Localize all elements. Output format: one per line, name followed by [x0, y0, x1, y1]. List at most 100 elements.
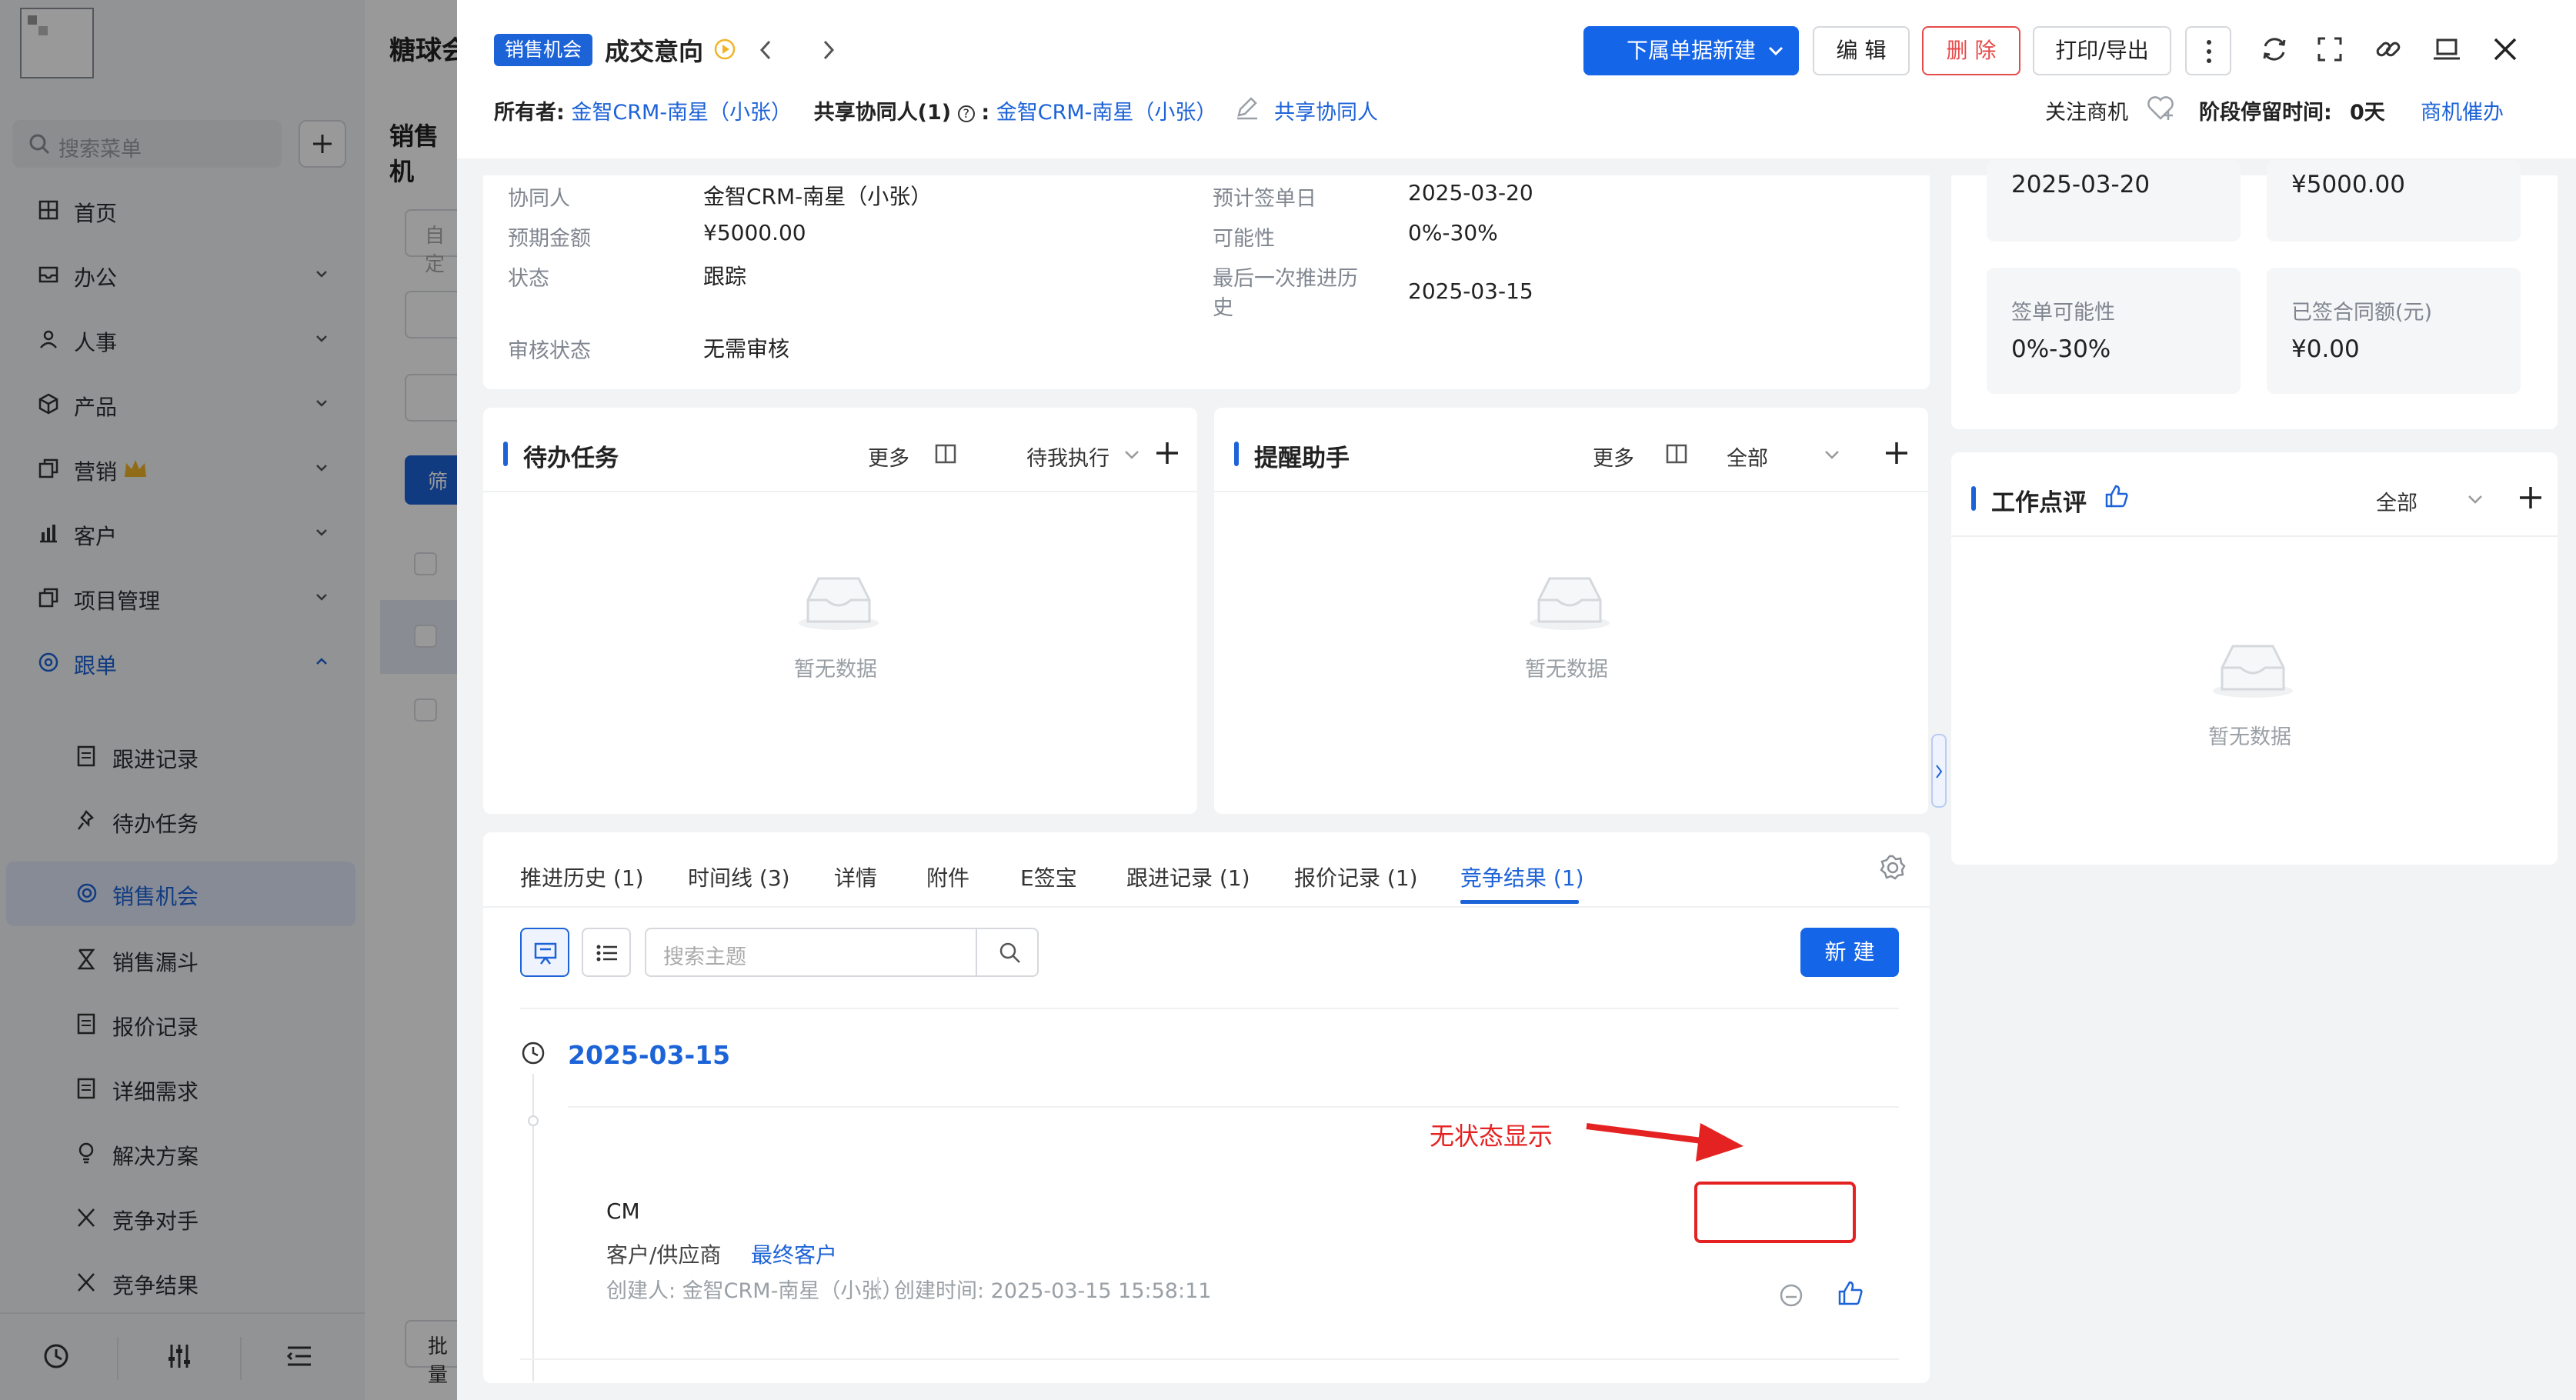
- panel-divider: [1951, 535, 2558, 537]
- delete-label: 删 除: [1946, 38, 1997, 63]
- field-value-expected-sign-date: 2025-03-20: [1408, 180, 1533, 205]
- play-circle-icon[interactable]: [712, 37, 737, 62]
- timeline-dot: [528, 1115, 539, 1126]
- add-task-icon[interactable]: [1154, 440, 1180, 466]
- share-collaborator-link[interactable]: 共享协同人: [1274, 95, 1378, 125]
- stage-stay-value: 0天: [2350, 101, 2385, 125]
- follow-opportunity-label[interactable]: 关注商机: [2045, 95, 2128, 125]
- field-label-last-advance: 最后一次推进历: [1213, 267, 1358, 291]
- record-bottom-divider: [520, 1358, 1899, 1360]
- tab-details[interactable]: 详情: [834, 862, 877, 892]
- record-type-value[interactable]: 最终客户: [751, 1238, 837, 1269]
- edit-pen-icon: [1237, 97, 1257, 120]
- field-value-status: 跟踪: [703, 264, 747, 289]
- card-view-button[interactable]: [520, 928, 569, 977]
- settings-icon[interactable]: [1879, 854, 1907, 882]
- tab-timeline[interactable]: 时间线 (3): [688, 862, 790, 892]
- print-export-button[interactable]: 打印/导出: [2033, 26, 2171, 75]
- reminder-filter-select[interactable]: 全部: [1727, 442, 1768, 472]
- tab-esign[interactable]: E签宝: [1020, 862, 1077, 892]
- tab-attachments[interactable]: 附件: [926, 862, 969, 892]
- search-divider: [976, 929, 977, 975]
- tab-follow-records[interactable]: 跟进记录 (1): [1126, 862, 1250, 892]
- chevron-left-icon[interactable]: [756, 38, 776, 62]
- stat-box-amount: ¥5000.00: [2267, 160, 2521, 242]
- tab-quote-records[interactable]: 报价记录 (1): [1294, 862, 1418, 892]
- add-review-icon[interactable]: [2518, 485, 2544, 511]
- add-reminder-icon[interactable]: [1884, 440, 1910, 466]
- stat-box-sign-date: 2025-03-20: [1987, 160, 2241, 242]
- thumbs-up-icon[interactable]: [2104, 483, 2130, 509]
- fullscreen-icon[interactable]: [2314, 34, 2345, 65]
- new-sub-document-button[interactable]: 下属单据新建: [1583, 26, 1799, 75]
- chevron-down-icon: [1768, 46, 1784, 56]
- vertical-dots-icon: [2207, 40, 2211, 63]
- presentation-icon: [534, 942, 557, 965]
- stat-box-contract-amount: 已签合同额(元) ¥0.00: [2267, 268, 2521, 394]
- field-value-probability: 0%-30%: [1408, 220, 1498, 245]
- panel-accent-bar: [1234, 442, 1239, 466]
- modal-overlay[interactable]: [0, 0, 457, 1400]
- edit-button[interactable]: 编 辑: [1813, 26, 1910, 75]
- urge-opportunity-link[interactable]: 商机催办: [2421, 95, 2504, 125]
- chevron-down-icon: [1125, 451, 1139, 459]
- stat-value: ¥5000.00: [2291, 171, 2405, 198]
- reminder-empty-text: 暂无数据: [1525, 658, 1608, 682]
- delete-button[interactable]: 删 除: [1922, 26, 2020, 75]
- owner-row: 所有者: 金智CRM-南星（小张） 共享协同人(1) ? : 金智CRM-南星（…: [494, 95, 1216, 125]
- chevron-down-icon: [2468, 495, 2482, 504]
- help-icon[interactable]: ?: [957, 105, 975, 122]
- refresh-icon[interactable]: [2259, 34, 2290, 65]
- panel-accent-bar: [1971, 486, 1976, 511]
- subject-search-input[interactable]: 搜索主题: [645, 928, 1039, 977]
- field-label-last-advance-wrap: 史: [1213, 296, 1233, 320]
- book-icon[interactable]: [934, 443, 957, 465]
- heart-add-icon[interactable]: [2145, 94, 2176, 122]
- chevron-right-icon[interactable]: [819, 38, 839, 62]
- annotation-text: 无状态显示: [1430, 1122, 1553, 1151]
- clock-icon: [522, 1042, 545, 1065]
- new-record-label: 新 建: [1824, 939, 1875, 965]
- review-panel-title: 工作点评: [1991, 489, 2087, 517]
- todo-task-panel: 待办任务 更多 待我执行 暂无数据: [483, 408, 1197, 814]
- todo-empty-text: 暂无数据: [794, 658, 877, 682]
- tab-advance-history[interactable]: 推进历史 (1): [520, 862, 644, 892]
- info-card: 协同人 金智CRM-南星（小张） 预期金额 ¥5000.00 状态 跟踪 审核状…: [483, 175, 1930, 389]
- owner-link[interactable]: 金智CRM-南星（小张）: [571, 101, 792, 125]
- annotation-arrow-icon: [1586, 1123, 1743, 1162]
- stat-value: 0%-30%: [2011, 335, 2111, 363]
- reminder-more-link[interactable]: 更多: [1593, 442, 1634, 472]
- more-menu-button[interactable]: [2185, 26, 2231, 75]
- stat-box-probability: 签单可能性 0%-30%: [1987, 268, 2241, 394]
- share-user-link[interactable]: 金智CRM-南星（小张）: [996, 101, 1217, 125]
- link-icon[interactable]: [2373, 34, 2404, 65]
- laptop-icon[interactable]: [2431, 34, 2462, 65]
- thumbs-up-icon[interactable]: [1836, 1278, 1865, 1308]
- field-value-review-status: 无需审核: [703, 336, 790, 362]
- field-label-review-status: 审核状态: [508, 339, 591, 363]
- owner-label: 所有者:: [494, 101, 565, 125]
- side-collapse-handle[interactable]: [1931, 734, 1947, 808]
- tab-competition-results[interactable]: 竞争结果 (1): [1460, 862, 1584, 892]
- empty-inbox-icon: [799, 577, 879, 630]
- record-type-label: 客户/供应商: [606, 1242, 722, 1268]
- field-label-status: 状态: [508, 267, 549, 291]
- stat-label: 已签合同额(元): [2291, 301, 2433, 325]
- stats-card: 2025-03-20 ¥5000.00 签单可能性 0%-30% 已签合同额(元…: [1951, 160, 2558, 429]
- todo-more-link[interactable]: 更多: [868, 442, 909, 472]
- field-label-collaborator: 协同人: [508, 187, 570, 211]
- book-icon[interactable]: [1665, 443, 1688, 465]
- close-icon[interactable]: [2490, 34, 2521, 65]
- empty-inbox-icon: [2213, 645, 2293, 698]
- new-record-button[interactable]: 新 建: [1800, 928, 1899, 977]
- review-filter-select[interactable]: 全部: [2376, 486, 2418, 516]
- list-view-button[interactable]: [582, 928, 631, 977]
- share-colon: :: [981, 101, 990, 125]
- record-creator: 创建人: 金智CRM-南星（小张）: [606, 1279, 903, 1303]
- comment-icon[interactable]: [1777, 1282, 1805, 1309]
- search-icon[interactable]: [997, 940, 1023, 966]
- todo-panel-title: 待办任务: [523, 445, 619, 472]
- tab-divider: [483, 906, 1930, 908]
- todo-filter-select[interactable]: 待我执行: [1026, 442, 1109, 472]
- panel-divider: [483, 491, 1197, 492]
